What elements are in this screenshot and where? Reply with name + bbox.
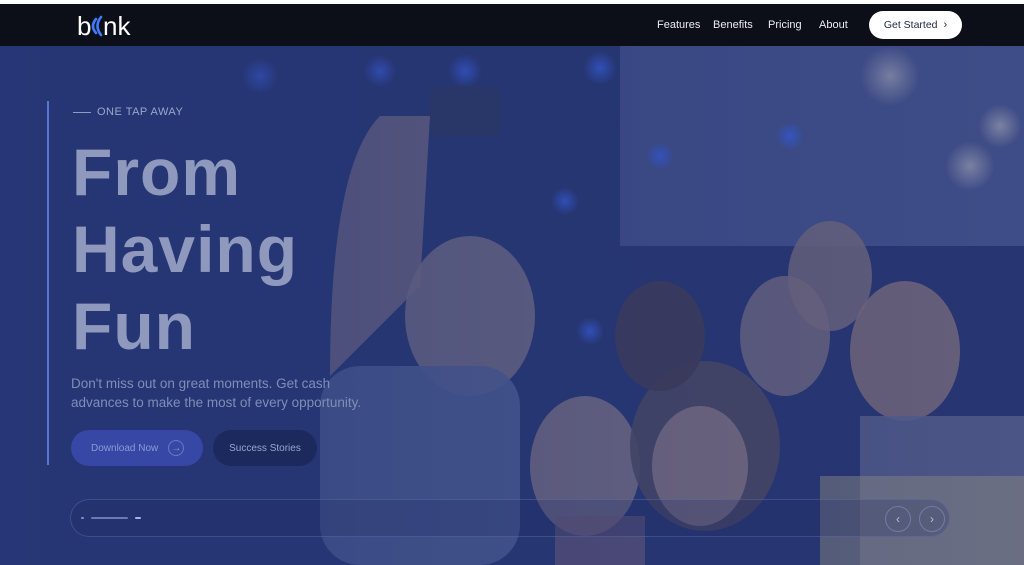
get-started-label: Get Started [883, 19, 938, 31]
hero-subtext: Don't miss out on great moments. Get cas… [71, 376, 362, 410]
top-navbar: b nk Features Benefits Pricing About Get… [0, 4, 1024, 46]
hero-eyebrow: ONE TAP AWAY [73, 106, 183, 118]
nav-link-pricing[interactable]: Pricing [768, 19, 802, 31]
get-started-button[interactable]: Get Started › [869, 11, 962, 39]
hero-section: ONE TAP AWAY From Having Fun Don't miss … [0, 46, 1024, 565]
arrow-right-icon: → [168, 440, 185, 456]
hero-headline: From Having Fun [72, 134, 298, 365]
slider-controls: ‹ › [70, 499, 950, 537]
chevron-right-icon: › [943, 19, 948, 31]
slide-indicator-1[interactable] [81, 517, 84, 519]
headline-line-1: From [72, 135, 241, 209]
headline-line-2: Having [72, 212, 299, 286]
chevron-left-icon[interactable]: ‹ [885, 506, 911, 532]
nav-link-features[interactable]: Features [657, 19, 700, 31]
slide-indicator-3[interactable] [135, 517, 141, 519]
eyebrow-text: ONE TAP AWAY [97, 106, 184, 118]
nav-link-about[interactable]: About [819, 19, 848, 31]
accent-vertical-line [47, 101, 49, 465]
slide-indicator-2[interactable] [91, 517, 128, 519]
success-stories-button[interactable]: Success Stories [213, 430, 317, 466]
success-stories-label: Success Stories [229, 442, 301, 454]
svg-text:nk: nk [103, 11, 131, 41]
download-now-label: Download Now [91, 442, 159, 454]
download-now-button[interactable]: Download Now → [71, 430, 203, 466]
nav-link-benefits[interactable]: Benefits [713, 19, 753, 31]
headline-line-3: Fun [72, 289, 196, 363]
chevron-right-icon[interactable]: › [919, 506, 945, 532]
brand-logo[interactable]: b nk [77, 10, 143, 42]
svg-text:b: b [77, 11, 91, 41]
eyebrow-rule [73, 111, 91, 113]
